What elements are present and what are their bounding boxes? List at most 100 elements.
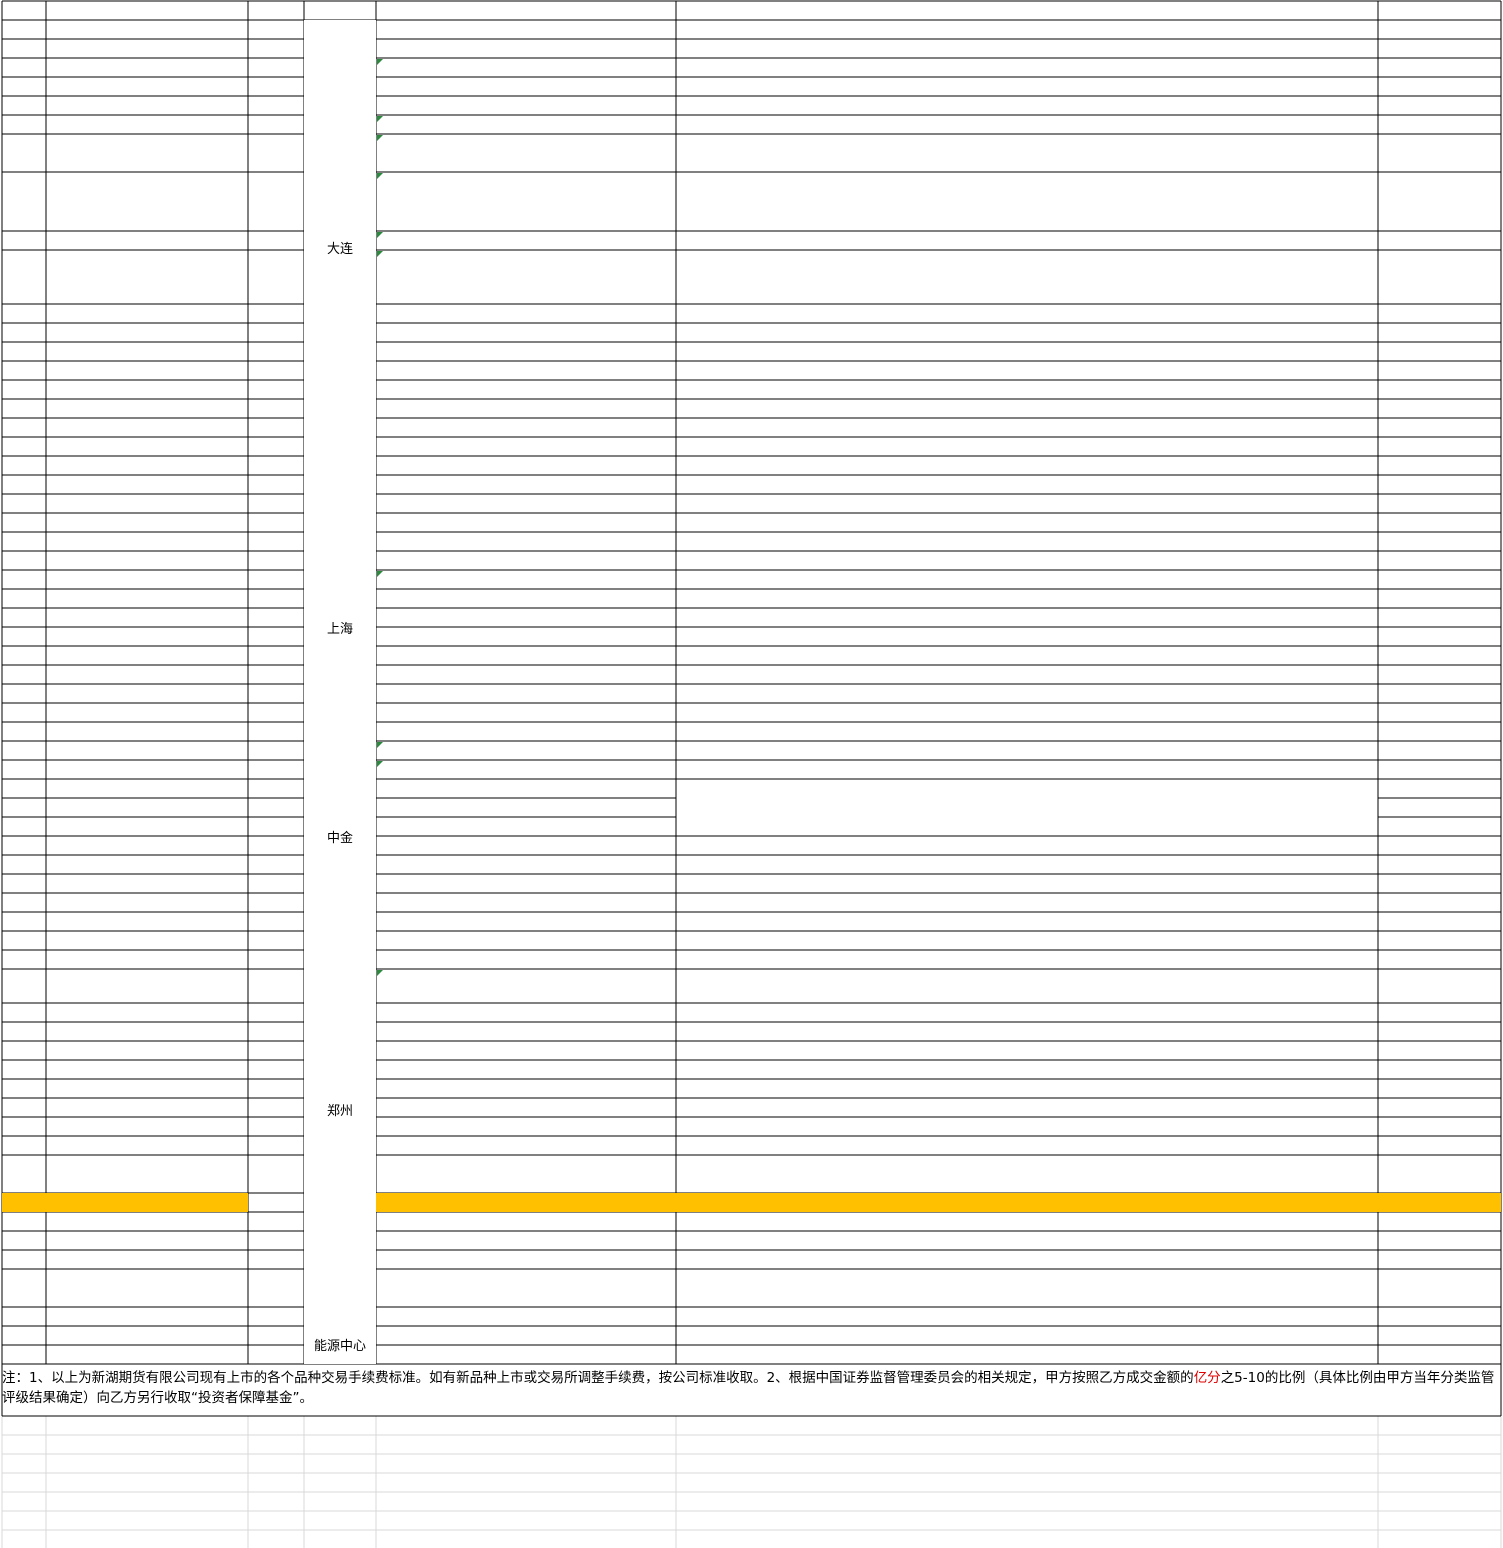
cell-trade-fee[interactable] [376, 817, 676, 836]
cell-remark[interactable] [676, 1326, 1378, 1345]
cell-index[interactable] [2, 77, 46, 96]
cell-code[interactable] [248, 1098, 304, 1117]
cell-trade-fee[interactable] [376, 1212, 676, 1231]
cell-code[interactable] [248, 96, 304, 115]
cell-delivery-fee[interactable] [1378, 1269, 1501, 1307]
cell-index[interactable] [2, 646, 46, 665]
cell-code[interactable] [248, 437, 304, 456]
cell-delivery-fee[interactable] [1378, 115, 1501, 134]
cell-delivery-fee[interactable] [1378, 1250, 1501, 1269]
cell-code[interactable] [248, 1136, 304, 1155]
cell-product[interactable] [46, 231, 248, 250]
cell-code[interactable] [248, 1193, 304, 1212]
cell-code[interactable] [248, 722, 304, 741]
cell-delivery-fee[interactable] [1378, 20, 1501, 39]
cell-index[interactable] [2, 912, 46, 931]
cell-trade-fee[interactable] [376, 39, 676, 58]
cell-trade-fee[interactable] [376, 703, 676, 722]
cell-index[interactable] [2, 1022, 46, 1041]
cell-index[interactable] [2, 1041, 46, 1060]
cell-index[interactable] [2, 1155, 46, 1193]
cell-index[interactable] [2, 589, 46, 608]
cell-code[interactable] [248, 760, 304, 779]
cell-remark[interactable] [676, 836, 1378, 855]
cell-product[interactable] [46, 58, 248, 77]
cell-delivery-fee[interactable] [1378, 627, 1501, 646]
cell-delivery-fee[interactable] [1378, 817, 1501, 836]
cell-index[interactable] [2, 323, 46, 342]
cell-trade-fee[interactable] [376, 532, 676, 551]
cell-index[interactable] [2, 475, 46, 494]
cell-remark[interactable] [676, 646, 1378, 665]
cell-delivery-fee[interactable] [1378, 1003, 1501, 1022]
cell-index[interactable] [2, 665, 46, 684]
cell-index[interactable] [2, 1060, 46, 1079]
cell-code[interactable] [248, 570, 304, 589]
cell-remark[interactable] [676, 684, 1378, 703]
cell-trade-fee[interactable] [376, 874, 676, 893]
cell-product[interactable] [46, 1117, 248, 1136]
cell-index[interactable] [2, 1193, 46, 1212]
cell-product[interactable] [46, 722, 248, 741]
cell-trade-fee[interactable] [376, 1231, 676, 1250]
cell-index[interactable] [2, 1307, 46, 1326]
cell-index[interactable] [2, 399, 46, 418]
cell-trade-fee[interactable] [376, 418, 676, 437]
cell-delivery-fee[interactable] [1378, 836, 1501, 855]
header-exchange[interactable] [304, 1, 376, 20]
cell-index[interactable] [2, 1269, 46, 1307]
cell-remark[interactable] [676, 589, 1378, 608]
cell-trade-fee[interactable] [376, 437, 676, 456]
cell-product[interactable] [46, 931, 248, 950]
cell-code[interactable] [248, 1269, 304, 1307]
cell-product[interactable] [46, 665, 248, 684]
cell-code[interactable] [248, 39, 304, 58]
cell-exchange[interactable]: 中金 [304, 779, 376, 893]
cell-trade-fee[interactable] [376, 646, 676, 665]
cell-remark[interactable] [676, 494, 1378, 513]
cell-index[interactable] [2, 608, 46, 627]
cell-delivery-fee[interactable] [1378, 646, 1501, 665]
cell-remark[interactable] [676, 912, 1378, 931]
cell-product[interactable] [46, 1155, 248, 1193]
cell-index[interactable] [2, 817, 46, 836]
cell-index[interactable] [2, 874, 46, 893]
cell-product[interactable] [46, 1212, 248, 1231]
cell-index[interactable] [2, 1345, 46, 1364]
cell-code[interactable] [248, 1117, 304, 1136]
cell-trade-fee[interactable] [376, 684, 676, 703]
cell-remark[interactable] [676, 304, 1378, 323]
cell-delivery-fee[interactable] [1378, 608, 1501, 627]
cell-index[interactable] [2, 96, 46, 115]
cell-delivery-fee[interactable] [1378, 1022, 1501, 1041]
cell-delivery-fee[interactable] [1378, 1155, 1501, 1193]
cell-delivery-fee[interactable] [1378, 1307, 1501, 1326]
cell-product[interactable] [46, 817, 248, 836]
cell-trade-fee[interactable] [376, 250, 676, 304]
cell-trade-fee[interactable] [376, 20, 676, 39]
header-code[interactable] [248, 1, 304, 20]
cell-code[interactable] [248, 589, 304, 608]
cell-delivery-fee[interactable] [1378, 893, 1501, 912]
cell-remark[interactable] [676, 1117, 1378, 1136]
cell-index[interactable] [2, 231, 46, 250]
cell-delivery-fee[interactable] [1378, 931, 1501, 950]
cell-trade-fee[interactable] [376, 836, 676, 855]
cell-product[interactable] [46, 380, 248, 399]
cell-index[interactable] [2, 950, 46, 969]
cell-remark[interactable] [676, 1060, 1378, 1079]
cell-remark[interactable] [676, 722, 1378, 741]
cell-delivery-fee[interactable] [1378, 741, 1501, 760]
cell-delivery-fee[interactable] [1378, 134, 1501, 172]
cell-trade-fee[interactable] [376, 798, 676, 817]
cell-remark[interactable] [676, 893, 1378, 912]
cell-remark[interactable] [676, 342, 1378, 361]
cell-delivery-fee[interactable] [1378, 570, 1501, 589]
cell-remark[interactable] [676, 418, 1378, 437]
cell-trade-fee[interactable] [376, 570, 676, 589]
cell-code[interactable] [248, 912, 304, 931]
cell-product[interactable] [46, 342, 248, 361]
cell-delivery-fee[interactable] [1378, 1079, 1501, 1098]
cell-trade-fee[interactable] [376, 58, 676, 77]
cell-remark[interactable] [676, 950, 1378, 969]
